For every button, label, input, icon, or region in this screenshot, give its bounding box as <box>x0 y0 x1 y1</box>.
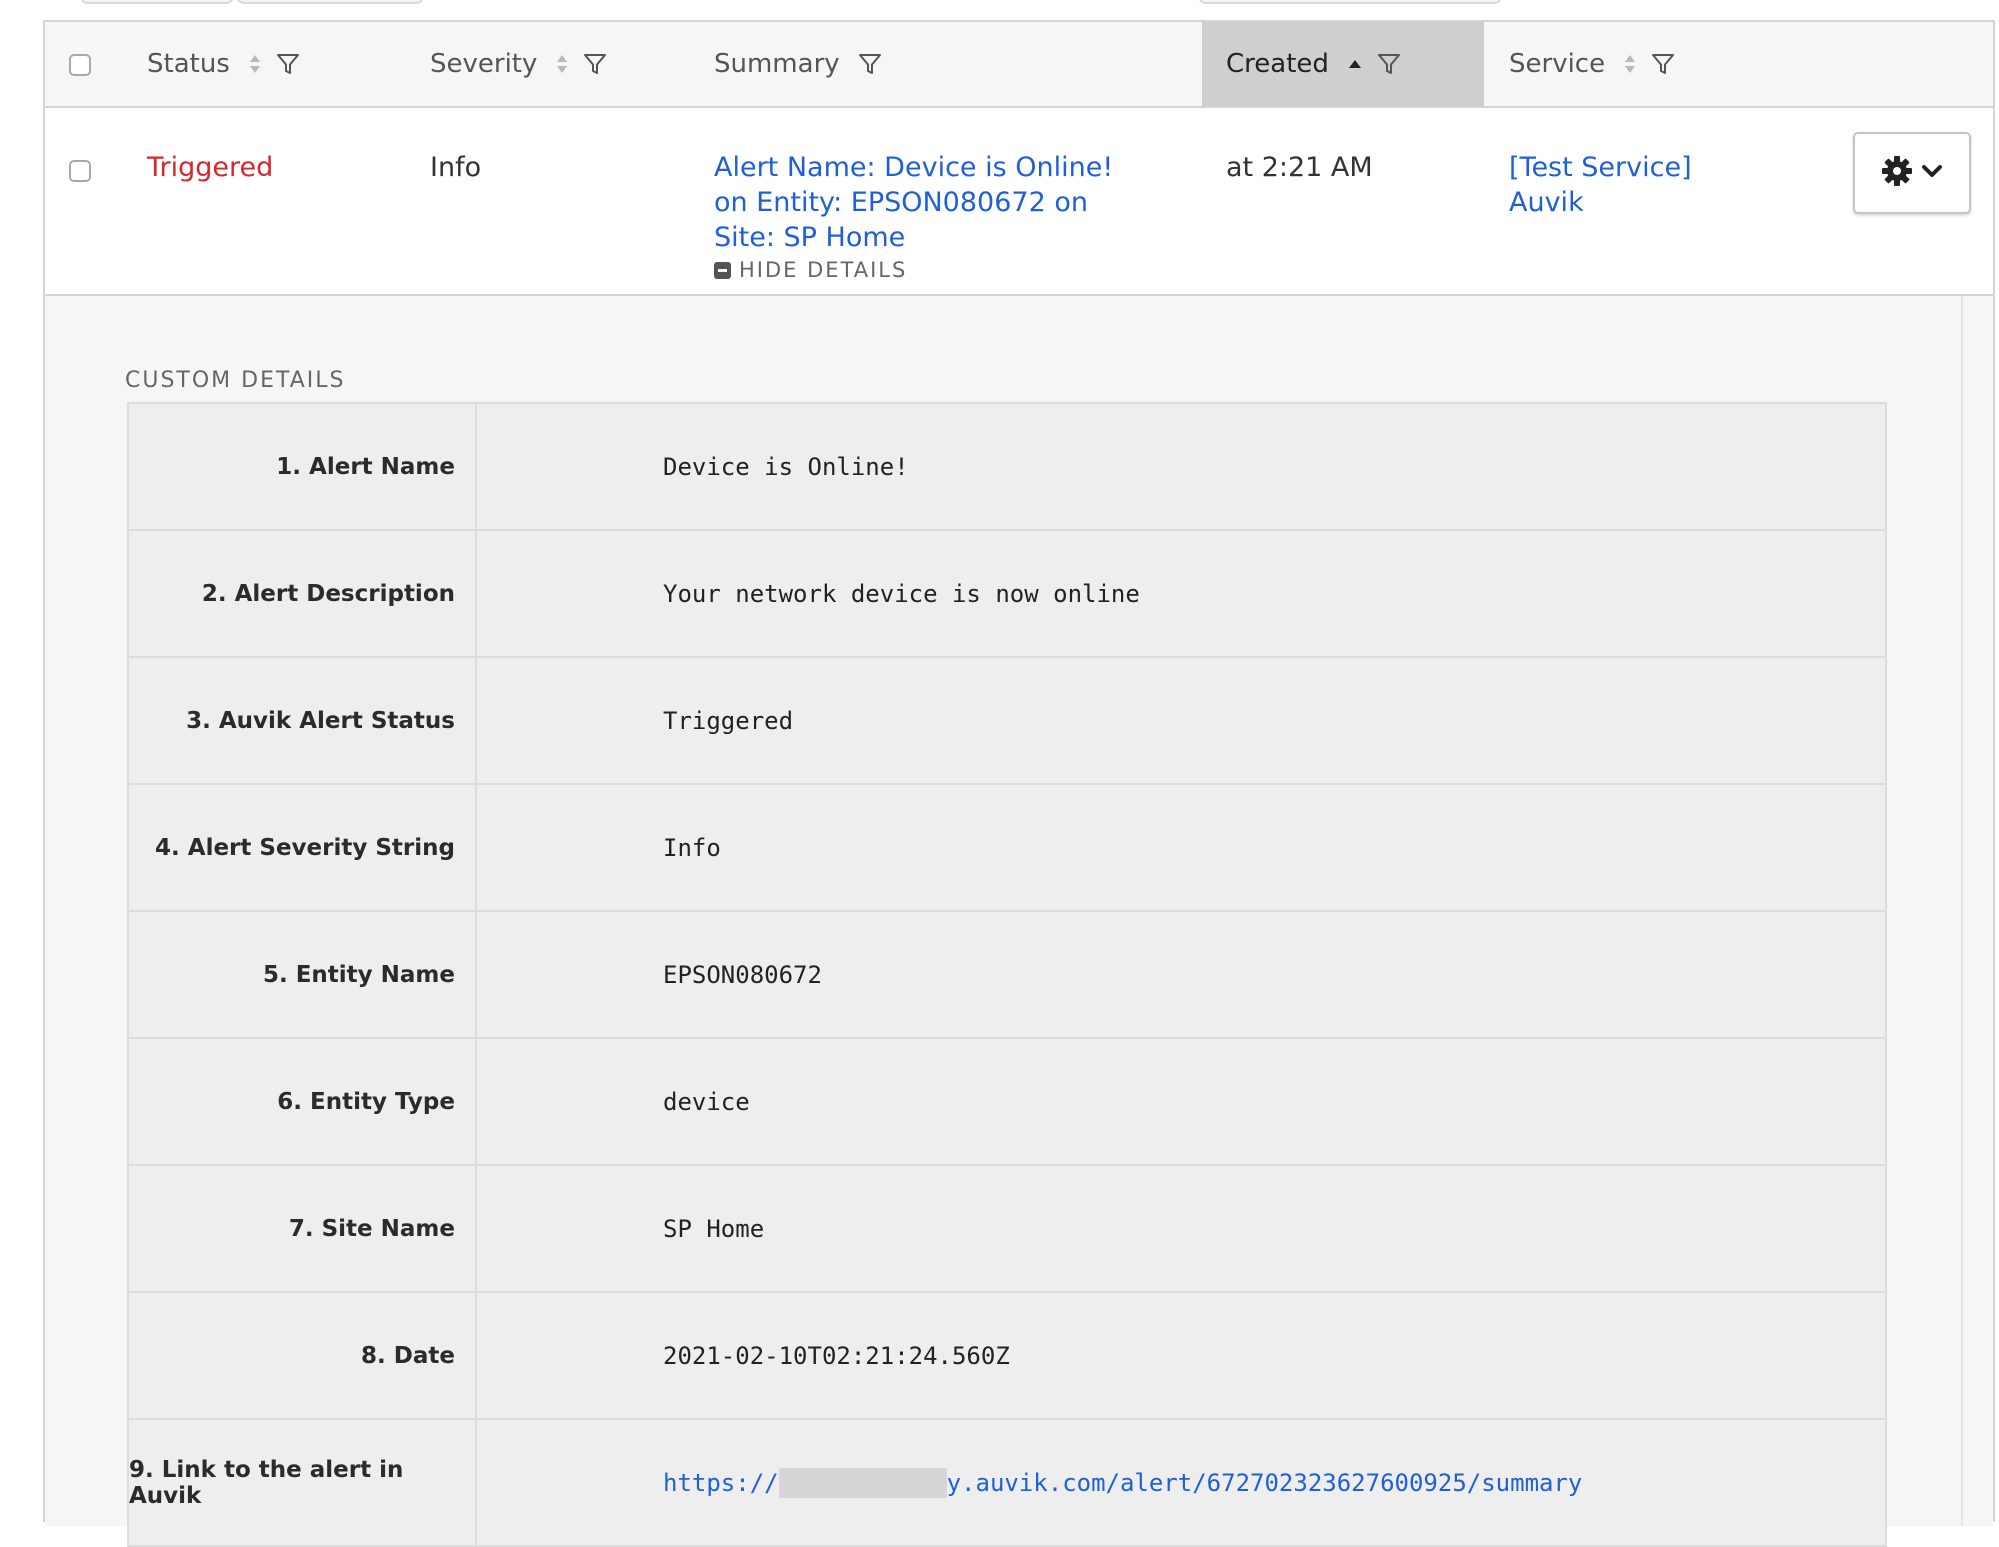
filter-icon[interactable] <box>1377 52 1401 76</box>
hide-details-label: HIDE DETAILS <box>739 258 908 282</box>
custom-details-title: CUSTOM DETAILS <box>125 368 346 393</box>
detail-value: Triggered <box>663 706 794 735</box>
detail-row: 5. Entity Name EPSON080672 <box>127 912 1887 1039</box>
detail-key: 9. Link to the alert in Auvik <box>129 1420 477 1545</box>
detail-key: 4. Alert Severity String <box>129 785 477 910</box>
column-label-service: Service <box>1509 49 1606 79</box>
detail-row: 6. Entity Type device <box>127 1039 1887 1166</box>
link-prefix: https:// <box>663 1468 779 1497</box>
service-link[interactable]: [Test Service] Auvik <box>1509 150 1692 220</box>
detail-key: 1. Alert Name <box>129 404 477 529</box>
detail-key: 3. Auvik Alert Status <box>129 658 477 783</box>
detail-key: 6. Entity Type <box>129 1039 477 1164</box>
sort-icon[interactable] <box>248 53 262 75</box>
sort-ascending-icon[interactable] <box>1347 57 1363 71</box>
redacted-region <box>778 1467 947 1498</box>
severity-cell: Info <box>430 152 482 183</box>
detail-row: 2. Alert Description Your network device… <box>127 531 1887 658</box>
detail-row: 8. Date 2021-02-10T02:21:24.560Z <box>127 1293 1887 1420</box>
filter-icon[interactable] <box>583 52 607 76</box>
service-name-line1: [Test Service] <box>1509 152 1692 183</box>
detail-key: 8. Date <box>129 1293 477 1418</box>
actions-dropdown-button[interactable] <box>1853 132 1971 214</box>
detail-row: 3. Auvik Alert Status Triggered <box>127 658 1887 785</box>
sort-icon[interactable] <box>555 53 569 75</box>
link-suffix: y.auvik.com/alert/672702323627600925/sum… <box>946 1468 1583 1497</box>
detail-row: 7. Site Name SP Home <box>127 1166 1887 1293</box>
detail-value: EPSON080672 <box>663 960 822 989</box>
summary-link[interactable]: Alert Name: Device is Online! on Entity:… <box>714 150 1144 255</box>
detail-value: Your network device is now online <box>663 579 1140 608</box>
column-header-severity[interactable]: Severity <box>430 22 621 106</box>
panel-divider <box>1961 296 1963 1526</box>
top-tabs-remnant <box>0 0 1999 20</box>
collapse-icon <box>714 261 731 279</box>
detail-value: Device is Online! <box>663 452 909 481</box>
column-label-created: Created <box>1226 49 1329 79</box>
sort-icon[interactable] <box>1623 53 1637 75</box>
tab-remnant <box>236 0 424 4</box>
detail-key: 7. Site Name <box>129 1166 477 1291</box>
detail-value: device <box>663 1087 750 1116</box>
detail-value: SP Home <box>663 1214 765 1243</box>
gear-icon <box>1881 155 1913 191</box>
detail-key: 5. Entity Name <box>129 912 477 1037</box>
detail-row: 4. Alert Severity String Info <box>127 785 1887 912</box>
detail-value: 2021-02-10T02:21:24.560Z <box>663 1341 1010 1370</box>
column-header-summary[interactable]: Summary <box>714 22 896 106</box>
column-header-status[interactable]: Status <box>147 22 314 106</box>
select-all-checkbox[interactable] <box>69 54 91 76</box>
created-cell: at 2:21 AM <box>1226 152 1373 183</box>
column-header-service[interactable]: Service <box>1509 22 1689 106</box>
tab-remnant <box>80 0 234 4</box>
tab-remnant <box>1198 0 1502 4</box>
detail-row: 9. Link to the alert in Auvik https:// y.… <box>127 1420 1887 1547</box>
incidents-table: Status Severity Summary Created Service … <box>43 20 1995 1547</box>
column-label-summary: Summary <box>714 49 840 79</box>
custom-details-table: 1. Alert Name Device is Online! 2. Alert… <box>127 402 1887 1547</box>
table-header-row: Status Severity Summary Created Service <box>45 22 1993 108</box>
column-header-created[interactable]: Created <box>1202 22 1484 106</box>
column-label-severity: Severity <box>430 49 538 79</box>
incident-row: Triggered Info Alert Name: Device is Onl… <box>45 108 1993 296</box>
row-checkbox[interactable] <box>69 160 91 182</box>
column-label-status: Status <box>147 49 230 79</box>
detail-key: 2. Alert Description <box>129 531 477 656</box>
status-cell: Triggered <box>147 152 274 183</box>
auvik-alert-link[interactable]: https:// y.auvik.com/alert/67270232362760… <box>663 1420 1582 1545</box>
hide-details-toggle[interactable]: HIDE DETAILS <box>714 258 907 282</box>
chevron-down-icon <box>1921 163 1943 183</box>
filter-icon[interactable] <box>858 52 882 76</box>
service-name-line2: Auvik <box>1509 187 1584 218</box>
filter-icon[interactable] <box>1651 52 1675 76</box>
detail-row: 1. Alert Name Device is Online! <box>127 404 1887 531</box>
filter-icon[interactable] <box>276 52 300 76</box>
detail-value: Info <box>663 833 721 862</box>
custom-details-panel: CUSTOM DETAILS 1. Alert Name Device is O… <box>45 296 1993 1547</box>
